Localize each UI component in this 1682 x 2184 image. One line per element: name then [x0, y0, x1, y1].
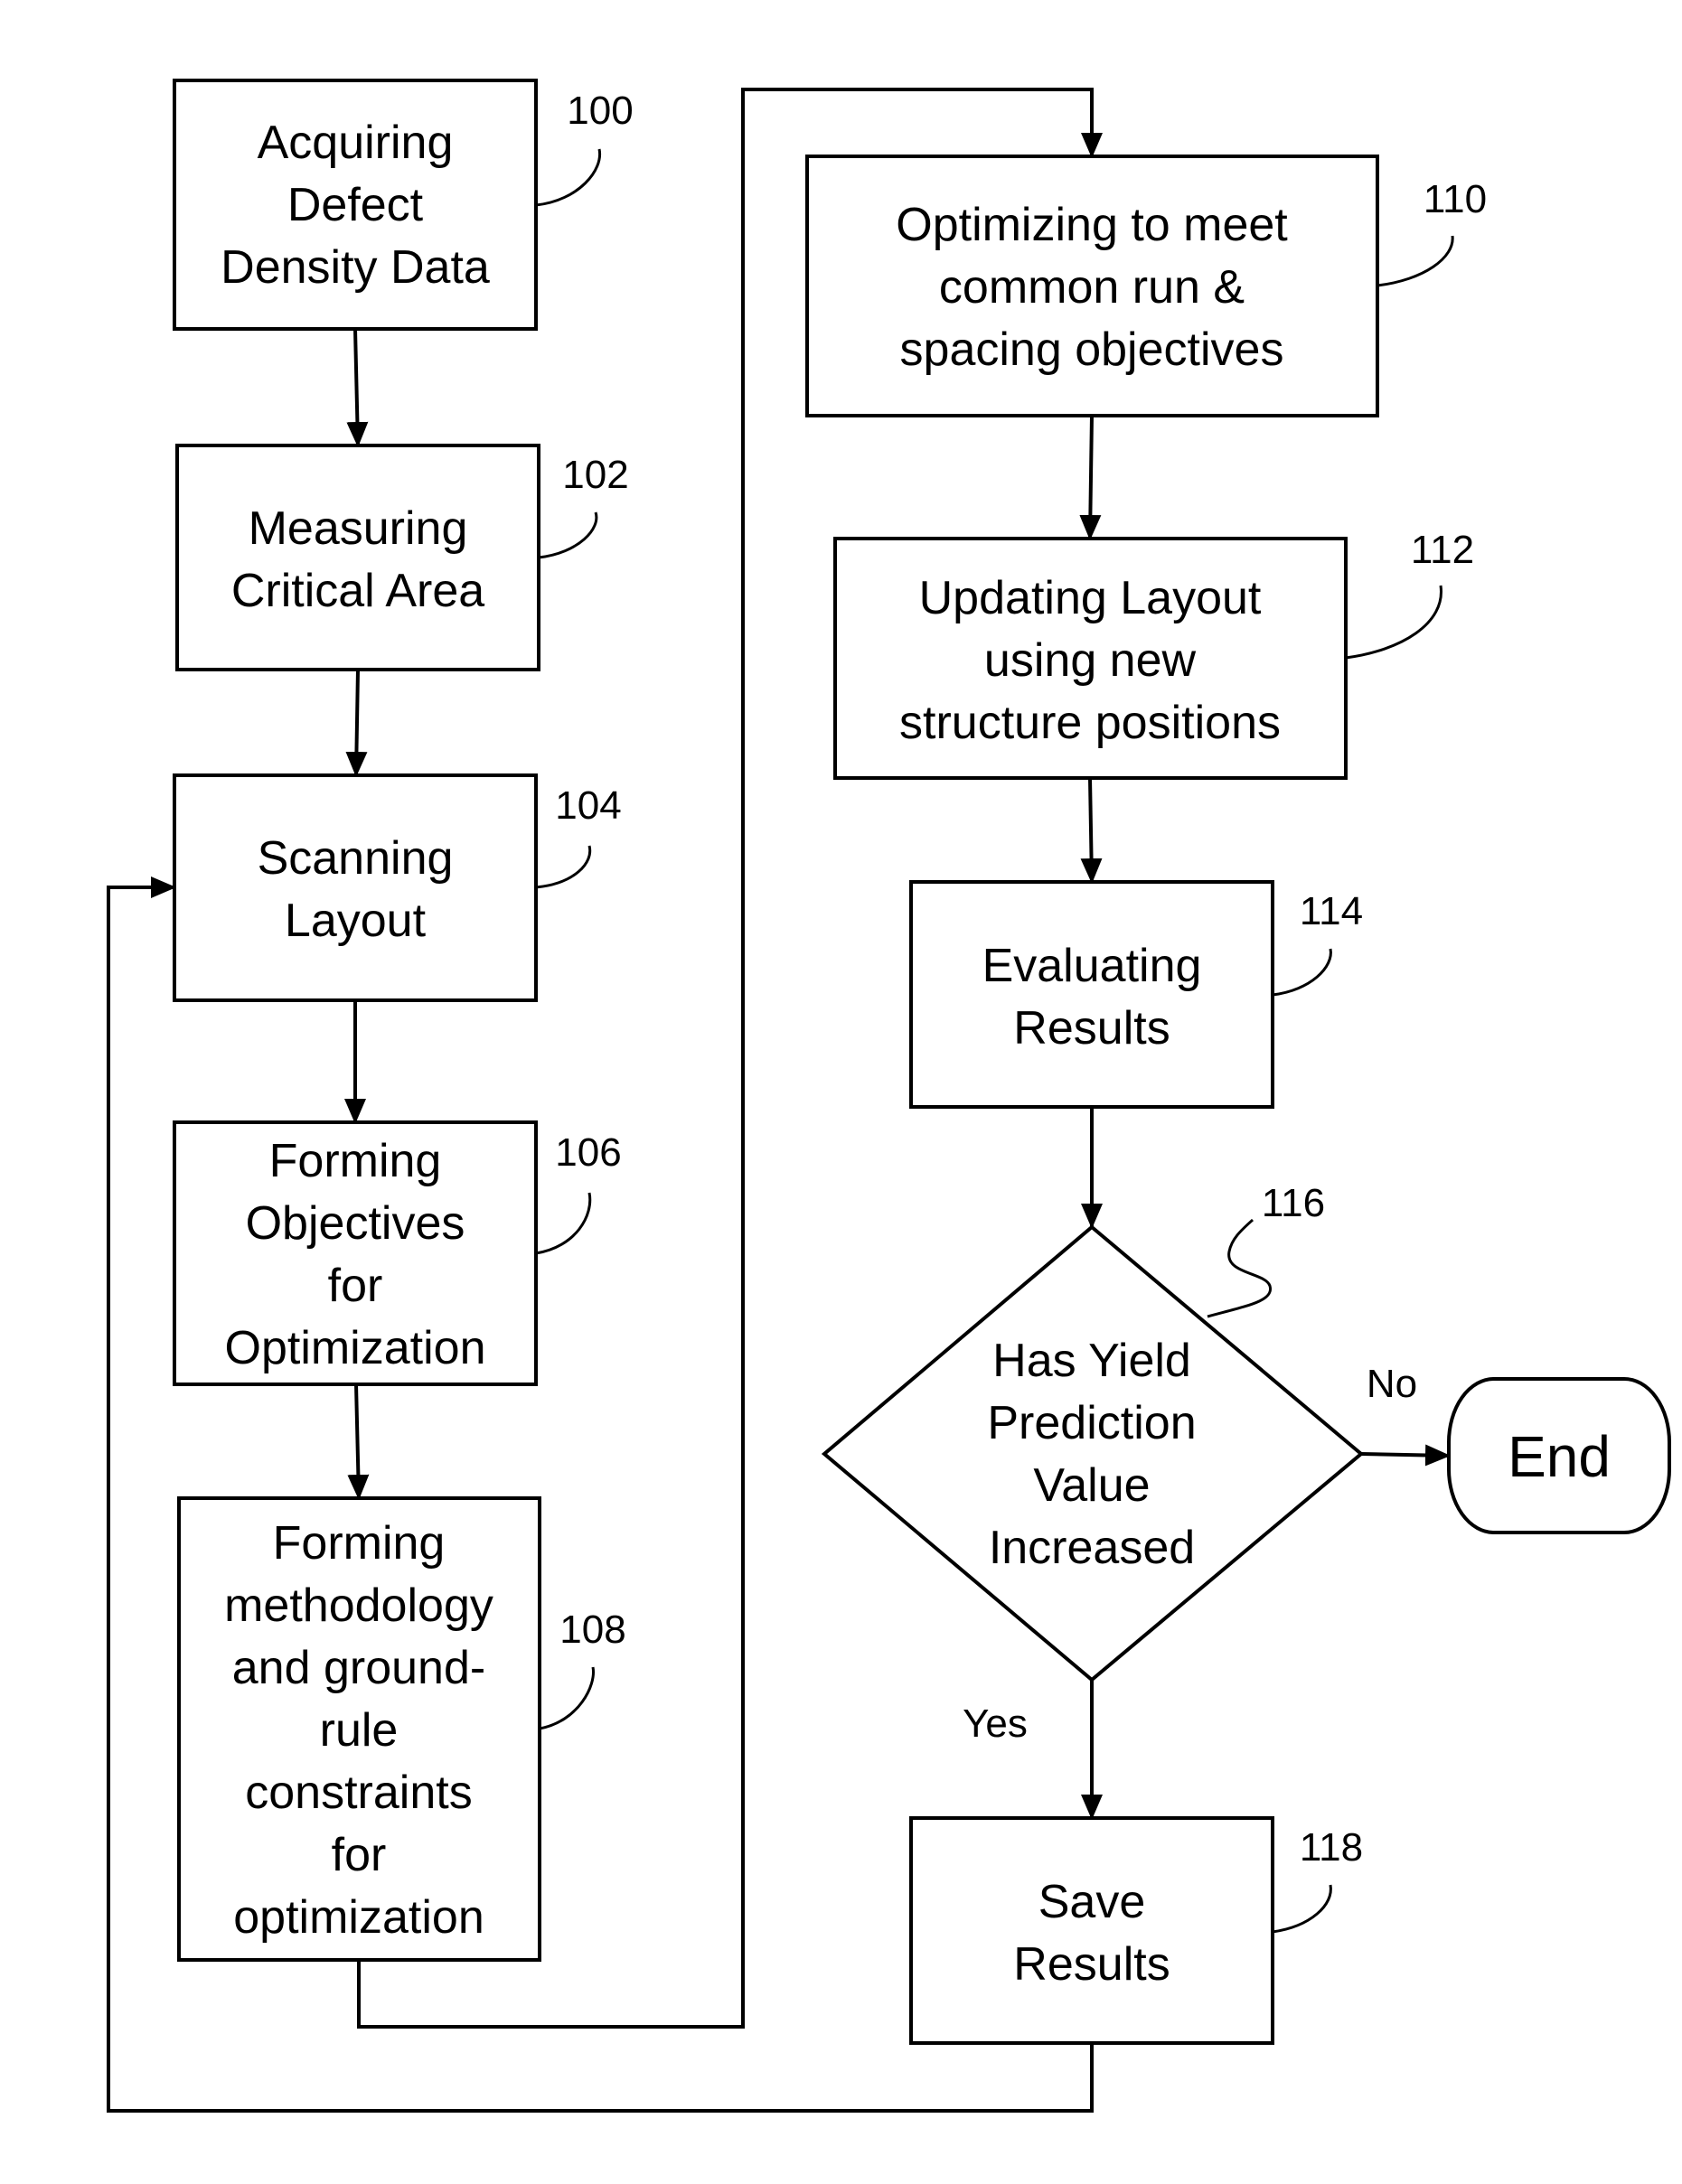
step-104: Scanning Layout 104 [173, 773, 622, 1002]
terminal-end: End [1447, 1377, 1671, 1534]
arrow-102-to-104 [345, 669, 368, 777]
reference-number: 104 [555, 783, 621, 828]
step-100: Acquiring Defect Density Data 100 [173, 79, 634, 331]
arrow-112-to-114 [1080, 777, 1103, 884]
leader-line [535, 148, 602, 207]
leader-line [1377, 235, 1454, 287]
step-112: Updating Layout using new structure positi… [833, 528, 1474, 780]
reference-number: 100 [567, 89, 633, 133]
arrow-110-to-112 [1079, 415, 1102, 540]
step-114: Evaluating Results 114 [909, 880, 1363, 1109]
step-118: Save Results 118 [909, 1816, 1363, 2045]
reference-number: 112 [1411, 528, 1474, 572]
step-box [173, 773, 538, 1002]
step-106: Forming Objectives for Optimization 106 [173, 1120, 622, 1386]
reference-number: 110 [1424, 177, 1487, 221]
terminal-label: End [1508, 1424, 1611, 1489]
leader-line [1345, 585, 1442, 660]
leader-line [539, 1666, 595, 1730]
reference-number: 108 [559, 1608, 625, 1652]
step-box [175, 444, 540, 671]
step-box [909, 1816, 1274, 2045]
step-label: Optimizing to meet common run & spacing ob… [896, 199, 1288, 376]
leader-line [1207, 1218, 1272, 1318]
step-108: Forming methodology and ground-rule constra… [177, 1496, 626, 1962]
decision-116: Has Yield Prediction Value Increased 116 No… [821, 1181, 1417, 1746]
leader-line [1272, 1884, 1332, 1934]
arrow-106-to-108 [347, 1383, 370, 1500]
step-110: Optimizing to meet common run & spacing ob… [805, 155, 1487, 417]
reference-number: 102 [562, 453, 628, 497]
arrow-116-no-to-end [1360, 1444, 1451, 1467]
yes-branch-label: Yes [963, 1701, 1028, 1746]
arrow-100-to-102 [346, 328, 369, 447]
reference-number: 106 [555, 1130, 621, 1175]
reference-number: 118 [1300, 1825, 1363, 1870]
step-box [909, 880, 1274, 1109]
step-102: Measuring Critical Area 102 [175, 444, 629, 671]
leader-line [535, 1192, 592, 1255]
no-branch-label: No [1367, 1362, 1417, 1406]
leader-line [535, 845, 592, 889]
flowchart: Acquiring Defect Density Data 100 Measurin… [107, 79, 1671, 2113]
reference-number: 114 [1300, 889, 1363, 933]
reference-number: 116 [1262, 1181, 1325, 1225]
leader-line [538, 511, 598, 559]
leader-line [1272, 948, 1332, 997]
decision-diamond [821, 1224, 1365, 1683]
